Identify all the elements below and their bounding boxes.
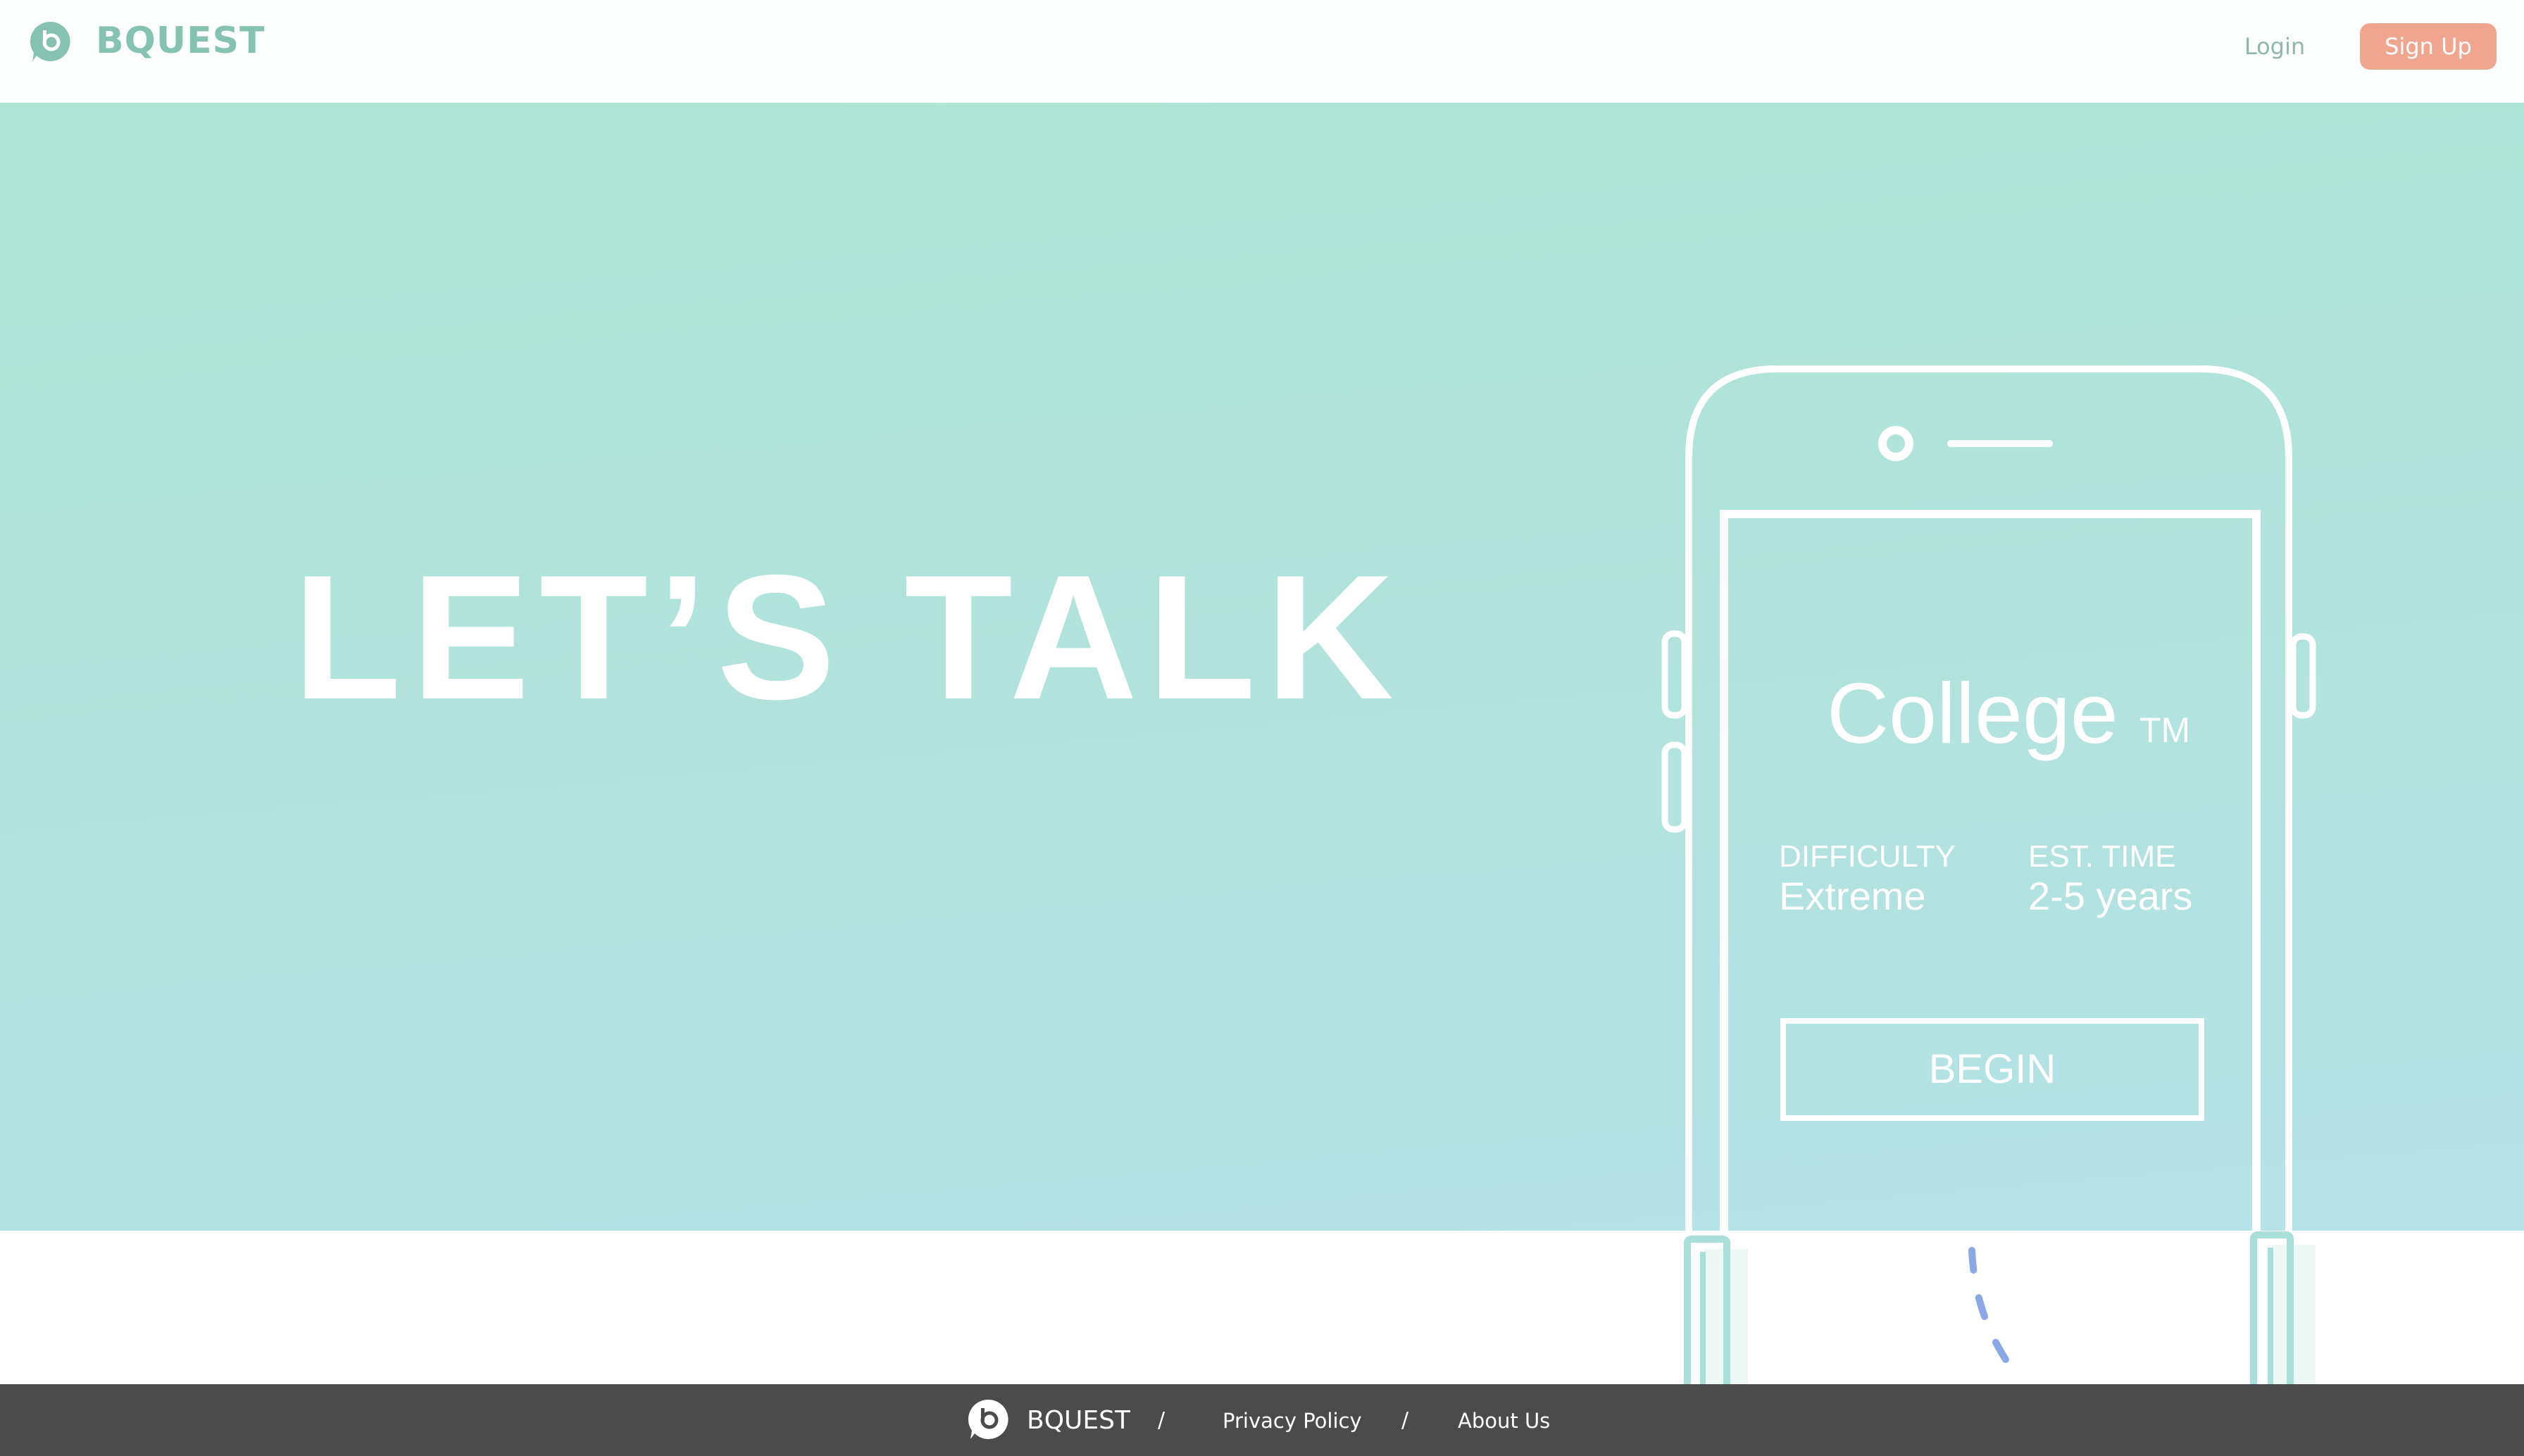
about-us-link[interactable]: About Us xyxy=(1458,1400,1550,1442)
footer-separator: / xyxy=(1158,1408,1166,1433)
dashed-path xyxy=(1968,1247,2016,1374)
est-time-label: EST. TIME xyxy=(2028,839,2176,874)
difficulty-label: DIFFICULTY xyxy=(1779,839,1956,874)
trademark-mark: TM xyxy=(2139,710,2191,750)
difficulty-value: Extreme xyxy=(1779,874,1926,918)
footer-brand[interactable]: BQUEST xyxy=(1027,1400,1130,1442)
est-time-value: 2-5 years xyxy=(2028,874,2193,918)
card-title: College xyxy=(1827,665,2118,761)
footer-logo-icon[interactable] xyxy=(966,1397,1011,1442)
footer-separator: / xyxy=(1401,1408,1409,1433)
begin-button[interactable]: BEGIN xyxy=(1780,1018,2204,1121)
camera-icon xyxy=(1878,426,1913,461)
footer: BQUEST / Privacy Policy / About Us xyxy=(0,1384,2524,1456)
volume-down-button xyxy=(1661,741,1688,833)
power-button xyxy=(2289,633,2316,719)
privacy-policy-link[interactable]: Privacy Policy xyxy=(1223,1400,1362,1442)
volume-up-button xyxy=(1661,630,1688,719)
